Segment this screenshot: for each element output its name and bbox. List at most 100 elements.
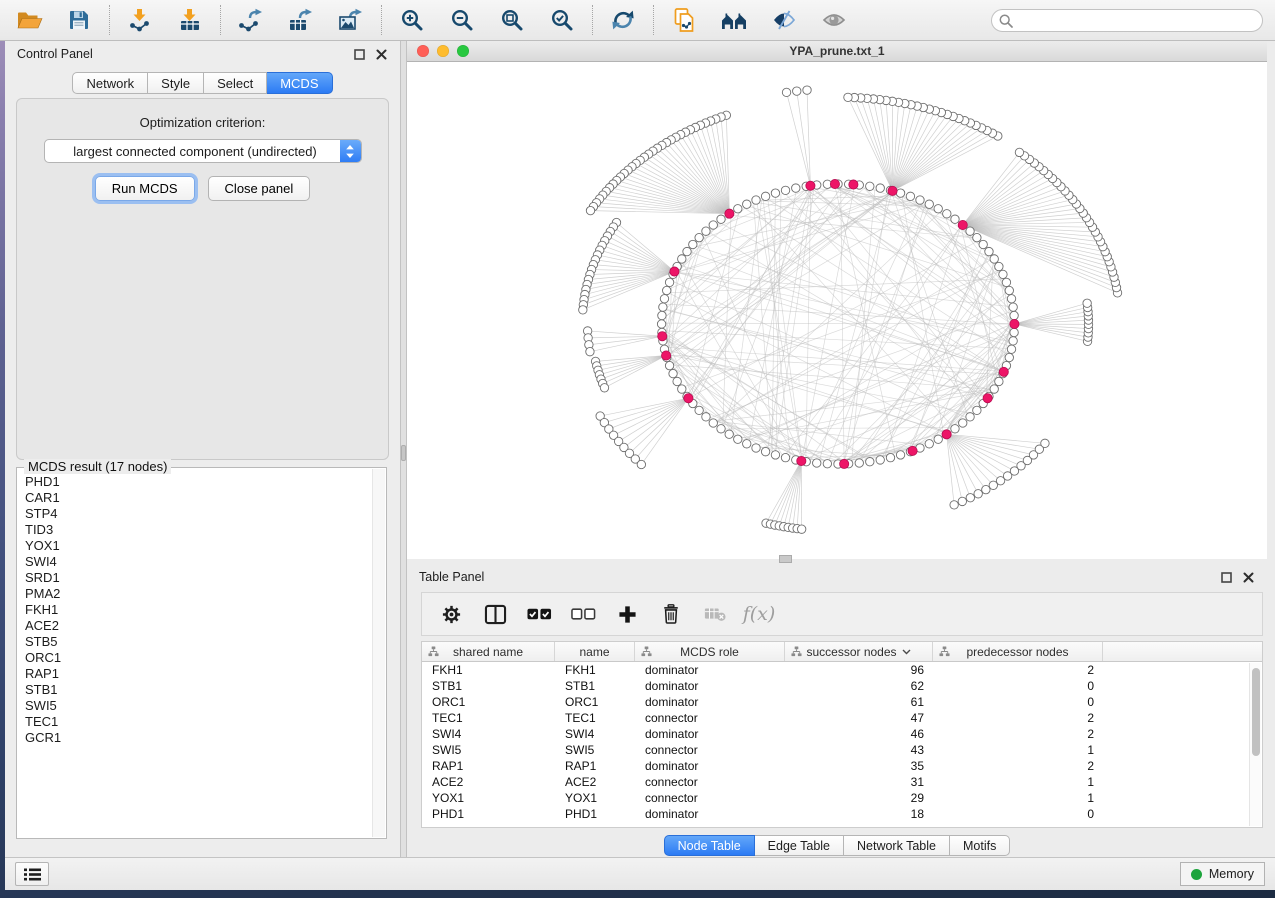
table-row[interactable]: TEC1TEC1connector472 (422, 710, 1262, 726)
network-view[interactable] (407, 62, 1267, 559)
tab-edge-table[interactable]: Edge Table (755, 835, 844, 856)
table-cell: 1 (933, 742, 1103, 758)
select-all-icon[interactable] (522, 599, 556, 629)
share-document-icon[interactable] (669, 6, 699, 34)
close-panel-icon[interactable] (1241, 570, 1255, 584)
column-header-name[interactable]: name (555, 642, 635, 661)
mcds-result-item[interactable]: RAP1 (25, 666, 386, 682)
task-history-button[interactable] (15, 862, 49, 886)
save-icon[interactable] (64, 6, 94, 34)
mcds-result-item[interactable]: PMA2 (25, 586, 386, 602)
table-row[interactable]: ORC1ORC1dominator610 (422, 694, 1262, 710)
tab-select[interactable]: Select (204, 72, 267, 94)
refresh-icon[interactable] (608, 6, 638, 34)
network-canvas-svg (407, 62, 1267, 559)
mcds-result-item[interactable]: TEC1 (25, 714, 386, 730)
import-table-icon[interactable] (175, 6, 205, 34)
tab-motifs[interactable]: Motifs (950, 835, 1010, 856)
function-builder-icon: f(x) (742, 599, 776, 629)
optimization-criterion-select[interactable]: largest connected component (undirected) (44, 139, 362, 163)
zoom-out-icon[interactable] (447, 6, 477, 34)
table-cell: dominator (635, 662, 785, 678)
show-columns-icon[interactable] (478, 599, 512, 629)
mcds-list-scrollbar[interactable] (372, 469, 385, 837)
mcds-result-item[interactable]: ACE2 (25, 618, 386, 634)
close-panel-button[interactable]: Close panel (208, 176, 311, 201)
table-row[interactable]: STB1STB1dominator620 (422, 678, 1262, 694)
table-cell: 0 (933, 806, 1103, 822)
memory-button[interactable]: Memory (1180, 862, 1265, 886)
export-network-icon[interactable] (236, 6, 266, 34)
vertical-splitter-handle[interactable] (401, 445, 406, 461)
control-panel-tabs: NetworkStyleSelectMCDS (5, 72, 400, 94)
table-row[interactable]: YOX1YOX1connector291 (422, 790, 1262, 806)
open-folder-icon[interactable] (14, 6, 44, 34)
table-row[interactable]: SWI4SWI4dominator462 (422, 726, 1262, 742)
table-cell (1103, 694, 1262, 710)
add-column-icon[interactable] (610, 599, 644, 629)
column-header-MCDS-role[interactable]: MCDS role (635, 642, 785, 661)
mcds-result-item[interactable]: SWI4 (25, 554, 386, 570)
table-cell (1103, 710, 1262, 726)
mcds-result-box: MCDS result (17 nodes) PHD1CAR1STP4TID3Y… (16, 467, 387, 839)
mcds-result-item[interactable]: STB5 (25, 634, 386, 650)
table-settings-icon[interactable] (434, 599, 468, 629)
neighbors-icon[interactable] (719, 6, 749, 34)
table-scrollbar-thumb[interactable] (1252, 668, 1260, 756)
mcds-result-item[interactable]: PHD1 (25, 474, 386, 490)
vertical-splitter[interactable] (400, 41, 407, 857)
tab-network-table[interactable]: Network Table (844, 835, 950, 856)
table-cell: 61 (785, 694, 933, 710)
column-header-predecessor-nodes[interactable]: predecessor nodes (933, 642, 1103, 661)
mcds-result-item[interactable]: CAR1 (25, 490, 386, 506)
mcds-result-item[interactable]: YOX1 (25, 538, 386, 554)
delete-column-icon[interactable] (654, 599, 688, 629)
node-table: shared namenameMCDS rolesuccessor nodesp… (421, 641, 1263, 828)
table-row[interactable]: SWI5SWI5connector431 (422, 742, 1262, 758)
mcds-result-item[interactable]: GCR1 (25, 730, 386, 746)
column-header-shared-name[interactable]: shared name (422, 642, 555, 661)
table-row[interactable]: FKH1FKH1dominator962 (422, 662, 1262, 678)
close-panel-icon[interactable] (374, 47, 388, 61)
horizontal-splitter-handle[interactable] (779, 555, 792, 563)
table-cell: 2 (933, 662, 1103, 678)
mcds-result-item[interactable]: STP4 (25, 506, 386, 522)
zoom-in-icon[interactable] (397, 6, 427, 34)
mcds-result-list: PHD1CAR1STP4TID3YOX1SWI4SRD1PMA2FKH1ACE2… (17, 468, 386, 820)
mcds-result-item[interactable]: SWI5 (25, 698, 386, 714)
run-mcds-button[interactable]: Run MCDS (95, 176, 195, 201)
table-row[interactable]: RAP1RAP1dominator352 (422, 758, 1262, 774)
mcds-result-item[interactable]: TID3 (25, 522, 386, 538)
table-tabs: Node TableEdge TableNetwork TableMotifs (407, 835, 1267, 856)
table-row[interactable]: PHD1PHD1dominator180 (422, 806, 1262, 822)
tab-node-table[interactable]: Node Table (664, 835, 755, 856)
mcds-result-item[interactable]: STB1 (25, 682, 386, 698)
table-row[interactable]: ACE2ACE2connector311 (422, 774, 1262, 790)
search-input[interactable] (991, 9, 1263, 32)
mcds-result-item[interactable]: FKH1 (25, 602, 386, 618)
float-panel-icon[interactable] (1219, 570, 1233, 584)
float-panel-icon[interactable] (352, 47, 366, 61)
network-window-title: YPA_prune.txt_1 (407, 44, 1267, 58)
table-cell: ORC1 (555, 694, 635, 710)
table-cell: 46 (785, 726, 933, 742)
import-network-icon[interactable] (125, 6, 155, 34)
hide-graphics-details-icon[interactable] (769, 6, 799, 34)
export-image-icon[interactable] (336, 6, 366, 34)
tab-network[interactable]: Network (72, 72, 148, 94)
column-header-successor-nodes[interactable]: successor nodes (785, 642, 933, 661)
zoom-selected-icon[interactable] (547, 6, 577, 34)
table-scrollbar[interactable] (1249, 663, 1261, 826)
mcds-result-item[interactable]: ORC1 (25, 650, 386, 666)
zoom-fit-icon[interactable] (497, 6, 527, 34)
tab-style[interactable]: Style (148, 72, 204, 94)
deselect-all-icon[interactable] (566, 599, 600, 629)
table-cell: ORC1 (422, 694, 555, 710)
mcds-result-item[interactable]: SRD1 (25, 570, 386, 586)
tab-mcds[interactable]: MCDS (267, 72, 332, 94)
show-graphics-details-icon[interactable] (819, 6, 849, 34)
table-cell: SWI4 (422, 726, 555, 742)
select-stepper-icon (340, 140, 361, 162)
export-table-icon[interactable] (286, 6, 316, 34)
control-panel-title: Control Panel (17, 47, 93, 61)
